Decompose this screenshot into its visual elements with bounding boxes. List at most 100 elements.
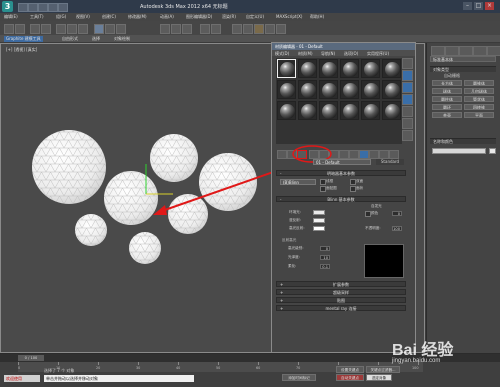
sample-type-icon[interactable] — [402, 58, 413, 69]
uv-tiling-icon[interactable] — [402, 94, 413, 105]
motion-tab-icon[interactable] — [473, 46, 487, 56]
auto-key-button[interactable]: 自动关键点 — [336, 374, 364, 381]
menu-rendering[interactable]: 渲染(R) — [222, 14, 236, 20]
mated-menu-material[interactable]: 材质(M) — [298, 51, 313, 57]
background-icon[interactable] — [402, 82, 413, 93]
menu-tools[interactable]: 工具(T) — [30, 14, 44, 20]
move-icon[interactable] — [94, 24, 104, 34]
ambient-color-swatch[interactable] — [313, 210, 325, 215]
menu-create[interactable]: 创建(C) — [102, 14, 116, 20]
box-button[interactable]: 长方体 — [432, 80, 462, 86]
mated-menu-modes[interactable]: 模式(D) — [275, 51, 289, 57]
mated-menu-navigation[interactable]: 导航(N) — [321, 51, 335, 57]
sample-slot[interactable] — [298, 59, 317, 78]
angle-snap-icon[interactable] — [171, 24, 181, 34]
display-tab-icon[interactable] — [487, 46, 500, 56]
rollout-blinn-basic[interactable]: - Blinn 基本参数 — [276, 196, 406, 202]
menu-graph-editors[interactable]: 图形编辑器(D) — [186, 14, 212, 20]
soften-spinner[interactable]: 0.1 — [320, 264, 330, 269]
minimize-icon[interactable]: – — [463, 2, 472, 10]
sphere-7[interactable] — [129, 232, 161, 264]
tube-button[interactable]: 管状体 — [464, 96, 494, 102]
plane-button[interactable]: 平面 — [464, 112, 494, 118]
get-material-icon[interactable] — [277, 150, 287, 159]
rollout-extended[interactable]: + 扩展参数 — [276, 281, 406, 287]
sample-slot[interactable] — [340, 80, 359, 99]
create-tab-icon[interactable] — [431, 46, 445, 56]
time-slider-thumb[interactable]: 0 / 100 — [18, 355, 44, 361]
menu-modifiers[interactable]: 修改器(M) — [128, 14, 147, 20]
rollout-shader-basic[interactable]: - 明暗器基本参数 — [276, 170, 406, 176]
menu-views[interactable]: 视图(V) — [76, 14, 90, 20]
sample-slot[interactable] — [340, 59, 359, 78]
sample-slot[interactable] — [277, 101, 296, 120]
menu-customize[interactable]: 自定义(U) — [246, 14, 264, 20]
show-map-icon[interactable] — [359, 150, 369, 159]
sample-slot[interactable] — [340, 101, 359, 120]
mated-menu-options[interactable]: 选项(O) — [344, 51, 358, 57]
add-time-tag-button[interactable]: 添加时间标记 — [282, 374, 316, 381]
sphere-3[interactable] — [199, 153, 257, 211]
geosphere-button[interactable]: 几何球体 — [464, 88, 494, 94]
name-color-header[interactable]: 名称和颜色 — [430, 138, 496, 144]
snap-icon[interactable] — [160, 24, 170, 34]
redo-icon[interactable] — [58, 3, 68, 12]
schematic-view-icon[interactable] — [243, 24, 253, 34]
rollout-supersampling[interactable]: + 超级采样 — [276, 289, 406, 295]
close-icon[interactable]: × — [485, 2, 494, 10]
open-file-icon[interactable] — [28, 3, 38, 12]
sphere-6[interactable] — [75, 214, 107, 246]
sphere-1[interactable] — [32, 130, 106, 204]
put-to-library-icon[interactable] — [339, 150, 349, 159]
rotate-icon[interactable] — [105, 24, 115, 34]
show-end-result-icon[interactable] — [369, 150, 379, 159]
sample-slot[interactable] — [319, 101, 338, 120]
material-name-field[interactable]: 01 - Default — [313, 159, 371, 165]
sample-slot[interactable] — [298, 80, 317, 99]
selected-dropdown[interactable]: 选定对象 — [366, 374, 392, 381]
menu-help[interactable]: 帮助(H) — [310, 14, 324, 20]
sample-slot[interactable] — [382, 101, 401, 120]
sample-slot[interactable] — [361, 59, 380, 78]
link-icon[interactable] — [30, 24, 40, 34]
tab-graphite[interactable]: Graphite 建模工具 — [4, 36, 43, 42]
set-key-button[interactable]: 设置关键点 — [336, 366, 364, 373]
mirror-icon[interactable] — [200, 24, 210, 34]
sample-slot[interactable] — [277, 59, 296, 78]
make-preview-icon[interactable] — [402, 118, 413, 129]
menu-group[interactable]: 组(G) — [56, 14, 66, 20]
tab-selection[interactable]: 选择 — [92, 36, 100, 42]
undo-icon[interactable] — [48, 3, 58, 12]
select-by-name-icon[interactable] — [67, 24, 77, 34]
region-select-icon[interactable] — [78, 24, 88, 34]
menu-edit[interactable]: 编辑(E) — [4, 14, 18, 20]
sample-slot[interactable] — [298, 101, 317, 120]
render-setup-icon[interactable] — [265, 24, 275, 34]
material-editor-title[interactable]: 材质编辑器 - 01 - Default — [272, 43, 415, 50]
specular-level-spinner[interactable]: 0 — [320, 246, 330, 251]
app-logo-icon[interactable]: 3 — [2, 1, 13, 12]
align-icon[interactable] — [211, 24, 221, 34]
menu-maxscript[interactable]: MAXScript(X) — [276, 14, 302, 19]
menu-animation[interactable]: 动画(A) — [160, 14, 174, 20]
maximize-icon[interactable]: □ — [474, 2, 483, 10]
teapot-button[interactable]: 茶壶 — [432, 112, 462, 118]
glossiness-spinner[interactable]: 10 — [320, 255, 330, 260]
torus-button[interactable]: 圆环 — [432, 104, 462, 110]
primitive-category-dropdown[interactable]: 标准基本体 — [430, 56, 496, 62]
video-color-check-icon[interactable] — [402, 106, 413, 117]
sample-slot[interactable] — [319, 59, 338, 78]
modify-tab-icon[interactable] — [445, 46, 459, 56]
save-file-icon[interactable] — [38, 3, 48, 12]
undo-tool-icon[interactable] — [4, 24, 14, 34]
sample-slot[interactable] — [382, 80, 401, 99]
maxscript-listener-mini[interactable]: 欢迎使用 — [4, 375, 40, 382]
key-filters-button[interactable]: 关键点过滤器... — [366, 366, 400, 373]
select-icon[interactable] — [56, 24, 66, 34]
go-to-parent-icon[interactable] — [379, 150, 389, 159]
autogrid-checkbox[interactable]: 自动栅格 — [444, 73, 460, 79]
render-icon[interactable] — [276, 24, 286, 34]
material-id-icon[interactable] — [349, 150, 359, 159]
sample-slot[interactable] — [319, 80, 338, 99]
sample-slot[interactable] — [382, 59, 401, 78]
